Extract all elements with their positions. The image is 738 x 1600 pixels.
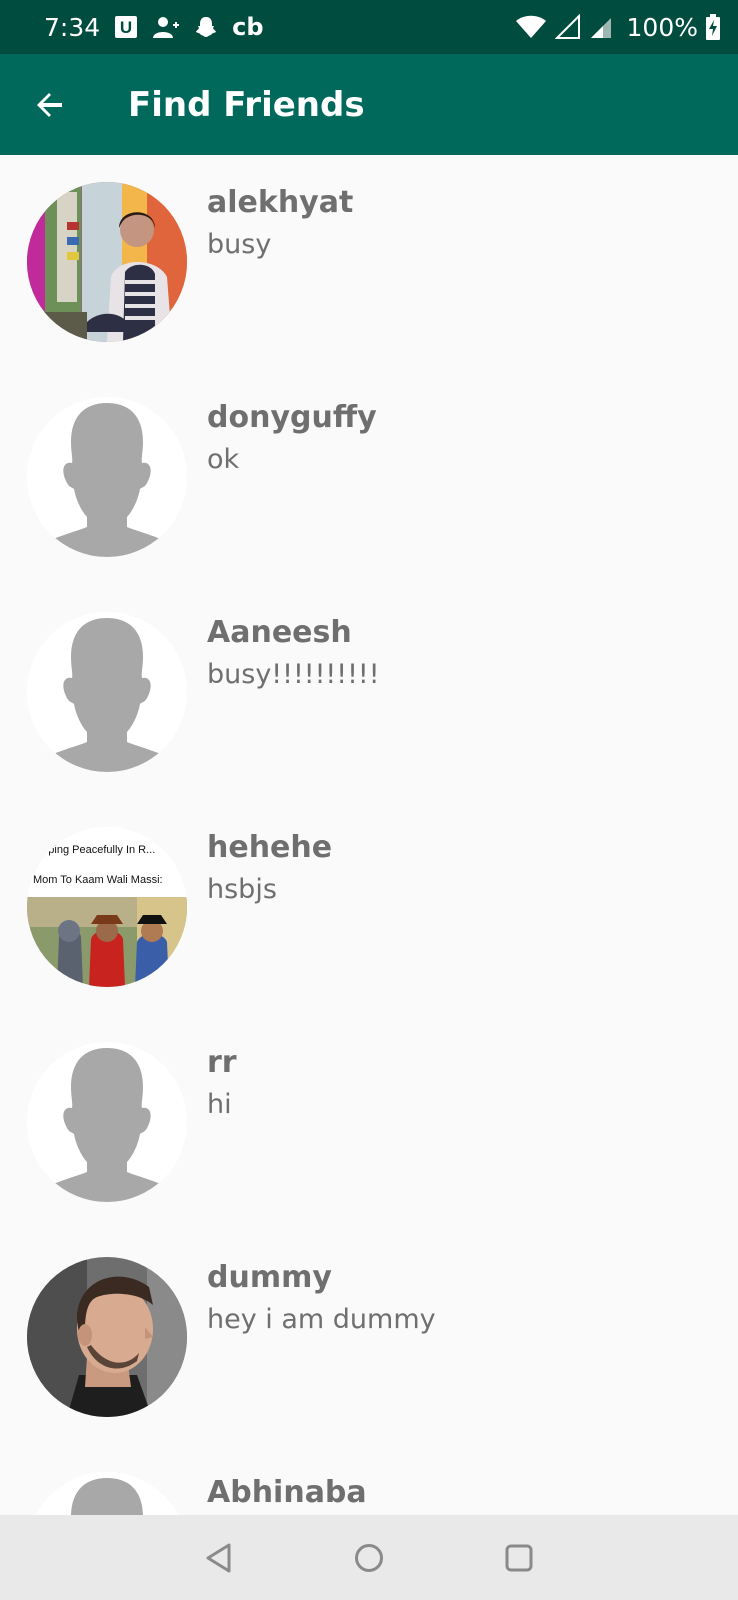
- svg-text:Mom To Kaam Wali Massi:: Mom To Kaam Wali Massi:: [33, 874, 163, 886]
- signal-empty-icon: [554, 14, 581, 40]
- friend-status: busy: [207, 229, 272, 260]
- list-item[interactable]: dummy hey i am dummy: [0, 1230, 738, 1445]
- person-add-icon: [152, 15, 180, 39]
- default-avatar-icon: [27, 1042, 187, 1202]
- nav-back-button[interactable]: [193, 1532, 245, 1584]
- app-bar: Find Friends: [0, 54, 738, 155]
- list-item[interactable]: ...eping Peacefully In R... Mom To Kaam …: [0, 800, 738, 1015]
- friends-list[interactable]: alekhyat busy donyguffy ok Aaneesh busy!…: [0, 155, 738, 1515]
- page-title: Find Friends: [128, 84, 365, 125]
- back-button[interactable]: [0, 54, 100, 155]
- status-bar: 7:34 U cb 100%: [0, 0, 738, 54]
- friend-status: hi: [207, 1089, 232, 1120]
- friend-name: donyguffy: [207, 400, 377, 435]
- friend-name: Aaneesh: [207, 615, 352, 650]
- cb-icon: cb: [232, 13, 264, 41]
- svg-text:...eping Peacefully In R...: ...eping Peacefully In R...: [33, 844, 155, 856]
- list-item[interactable]: alekhyat busy: [0, 155, 738, 370]
- u-app-icon: U: [114, 15, 138, 39]
- default-avatar-icon: [27, 612, 187, 772]
- square-recents-icon: [505, 1544, 533, 1571]
- system-nav-bar: [0, 1515, 738, 1600]
- nav-recents-button[interactable]: [493, 1532, 545, 1584]
- friend-name: rr: [207, 1045, 237, 1080]
- circle-home-icon: [355, 1543, 383, 1572]
- triangle-back-icon: [206, 1543, 231, 1572]
- list-item[interactable]: rr hi: [0, 1015, 738, 1230]
- list-item[interactable]: Abhinaba: [0, 1445, 738, 1515]
- default-avatar-icon: [27, 1472, 187, 1515]
- svg-text:U: U: [120, 18, 132, 37]
- list-item[interactable]: Aaneesh busy!!!!!!!!!!: [0, 585, 738, 800]
- default-avatar-icon: [27, 397, 187, 557]
- friend-status: hsbjs: [207, 874, 277, 905]
- arrow-back-icon: [37, 92, 62, 117]
- battery-charging-icon: [706, 14, 720, 40]
- friend-status: busy!!!!!!!!!!: [207, 659, 380, 690]
- snapchat-icon: [194, 15, 218, 39]
- friend-name: dummy: [207, 1260, 332, 1295]
- status-time: 7:34: [44, 12, 101, 42]
- nav-home-button[interactable]: [343, 1532, 395, 1584]
- battery-percent: 100%: [626, 12, 698, 42]
- avatar: [27, 1257, 187, 1417]
- friend-status: hey i am dummy: [207, 1304, 436, 1335]
- friend-name: hehehe: [207, 830, 333, 865]
- friend-name: alekhyat: [207, 185, 354, 220]
- avatar: [27, 182, 187, 342]
- avatar: ...eping Peacefully In R... Mom To Kaam …: [27, 827, 187, 987]
- list-item[interactable]: donyguffy ok: [0, 370, 738, 585]
- friend-name: Abhinaba: [207, 1475, 367, 1510]
- friend-status: ok: [207, 444, 240, 475]
- wifi-icon: [515, 14, 547, 40]
- signal-icon: [589, 14, 613, 40]
